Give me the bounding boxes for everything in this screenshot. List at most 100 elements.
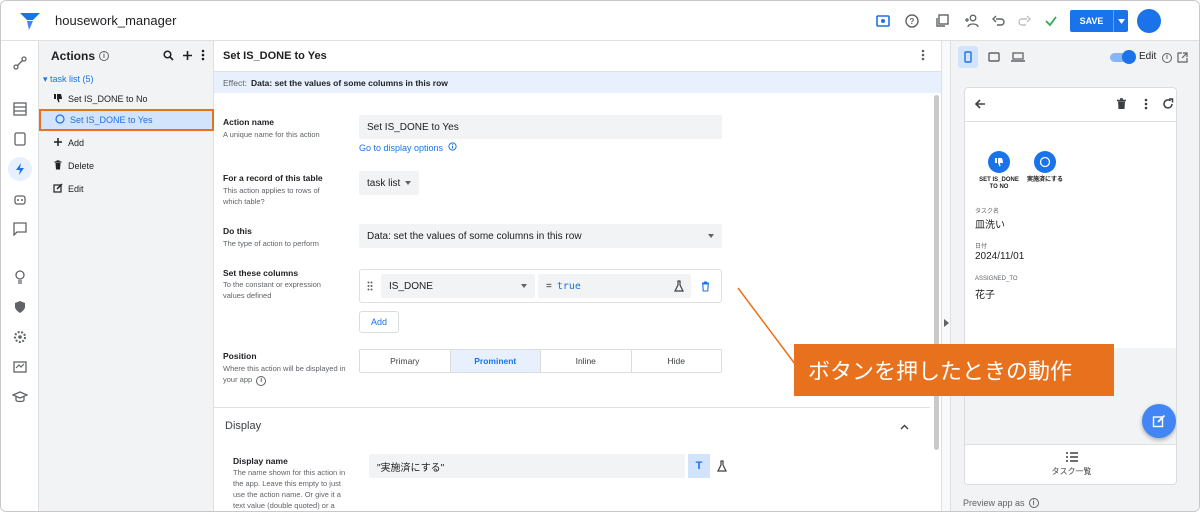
field-value: 2024/11/01	[975, 251, 1025, 262]
phone-preview: SET IS_DONE TO NO 実施済にする タスク名 皿洗い 日付 202…	[964, 87, 1177, 485]
svg-text:?: ?	[910, 17, 915, 26]
chevron-up-icon[interactable]	[900, 424, 909, 430]
lightbulb-icon[interactable]	[8, 265, 32, 289]
views-icon[interactable]	[8, 127, 32, 151]
more-vert-icon[interactable]	[1137, 95, 1155, 113]
panel-splitter[interactable]	[941, 41, 951, 511]
back-arrow-icon[interactable]	[971, 95, 989, 113]
phone-bottom-nav: タスク一覧	[965, 444, 1176, 484]
bot-icon[interactable]	[8, 187, 32, 211]
delete-row-icon[interactable]	[701, 281, 710, 292]
set-columns-help: To the constant or expression values def…	[223, 280, 321, 300]
position-option-inline[interactable]: Inline	[541, 350, 632, 372]
preview-as-row: Preview app as i	[963, 498, 1039, 508]
action-item-add[interactable]: Add	[39, 132, 214, 154]
tree-group-task-list[interactable]: ▾ task list (5)	[43, 74, 94, 85]
undo-icon[interactable]	[989, 11, 1009, 31]
actions-icon[interactable]	[8, 157, 32, 181]
position-option-primary[interactable]: Primary	[360, 350, 451, 372]
drag-handle-icon[interactable]	[367, 281, 373, 291]
edit-fab-button[interactable]	[1142, 404, 1176, 438]
table-select-value: task list	[367, 177, 401, 189]
editor-scrollbar[interactable]	[934, 95, 939, 450]
effect-bar: Effect: Data: set the values of some col…	[214, 71, 941, 93]
more-vert-icon[interactable]	[201, 49, 205, 61]
action-item-label: Set IS_DONE to No	[68, 94, 148, 104]
open-new-window-icon[interactable]	[1177, 52, 1188, 63]
nav-item-label[interactable]: タスク一覧	[965, 466, 1176, 477]
actions-toolbar	[163, 48, 205, 61]
preview-toggle-icon[interactable]	[873, 11, 893, 31]
desktop-device-icon[interactable]	[1008, 46, 1028, 68]
chevron-down-icon	[708, 234, 714, 238]
action-name-input[interactable]: Set IS_DONE to Yes	[359, 115, 722, 139]
action-item-label: Set IS_DONE to Yes	[70, 115, 153, 125]
edit-icon	[53, 182, 63, 196]
position-option-hide[interactable]: Hide	[632, 350, 722, 372]
action-item-delete[interactable]: Delete	[39, 155, 214, 177]
position-option-prominent[interactable]: Prominent	[450, 350, 541, 372]
text-type-icon[interactable]: T	[688, 454, 710, 478]
refresh-icon[interactable]	[1159, 95, 1176, 113]
effect-key: Effect:	[223, 77, 247, 88]
copy-icon[interactable]	[932, 11, 952, 31]
info-icon[interactable]: i	[1162, 52, 1173, 63]
chevron-right-icon[interactable]	[944, 319, 949, 327]
search-icon[interactable]	[163, 50, 174, 61]
annotation-callout: ボタンを押したときの動作	[794, 344, 1114, 396]
position-label: Position	[223, 351, 257, 361]
display-options-link[interactable]: Go to display options	[359, 142, 457, 153]
action-item-set-yes[interactable]: Set IS_DONE to Yes	[39, 109, 214, 131]
expression-value: true	[556, 280, 581, 292]
save-dropdown-caret-icon[interactable]	[1113, 10, 1128, 32]
help-icon[interactable]: ?	[902, 11, 922, 31]
do-this-label: Do this	[223, 226, 252, 236]
add-column-button[interactable]: Add	[359, 311, 399, 333]
info-icon[interactable]: i	[256, 375, 267, 386]
action-name-label: Action name	[223, 117, 275, 127]
display-section-title: Display	[225, 420, 262, 432]
preview-action-done-button[interactable]	[1034, 151, 1056, 173]
table-select[interactable]: task list	[359, 171, 419, 195]
display-options-text: Go to display options	[359, 143, 444, 153]
data-icon[interactable]	[8, 97, 32, 121]
phone-header	[965, 88, 1176, 122]
preview-action-done-caption: 実施済にする	[1026, 177, 1064, 183]
security-shield-icon[interactable]	[8, 295, 32, 319]
app-window: housework_manager ? SAVE Actions i ▾ tas…	[0, 0, 1200, 512]
avatar[interactable]	[1137, 9, 1161, 33]
add-user-icon[interactable]	[962, 11, 982, 31]
thumbs-down-icon	[53, 93, 63, 106]
tree-group-label: task list (5)	[50, 74, 94, 84]
info-icon[interactable]: i	[99, 51, 110, 61]
monitor-icon[interactable]	[8, 355, 32, 379]
do-this-select[interactable]: Data: set the values of some columns in …	[359, 224, 722, 248]
top-bar: housework_manager ? SAVE	[1, 1, 1199, 41]
preview-action-set-no-button[interactable]	[988, 151, 1010, 173]
redo-icon[interactable]	[1014, 11, 1034, 31]
action-item-set-no[interactable]: Set IS_DONE to No	[39, 88, 214, 110]
flask-icon[interactable]	[674, 280, 684, 292]
column-select[interactable]: IS_DONE	[381, 274, 535, 298]
expression-input[interactable]: = true	[538, 274, 691, 298]
editor-more-icon[interactable]	[921, 49, 925, 64]
list-icon[interactable]	[1066, 452, 1078, 462]
chevron-down-icon	[405, 181, 411, 185]
chat-icon[interactable]	[8, 217, 32, 241]
actions-panel-title: Actions i	[51, 49, 110, 63]
save-button[interactable]: SAVE	[1070, 10, 1128, 32]
display-name-input[interactable]: "実施済にする"	[369, 454, 685, 478]
circle-icon	[1039, 156, 1051, 168]
routes-icon[interactable]	[8, 51, 32, 75]
table-help: This action applies to rows of which tab…	[223, 186, 320, 206]
flask-icon[interactable]	[717, 460, 727, 472]
trash-icon[interactable]	[1112, 95, 1130, 113]
action-item-edit[interactable]: Edit	[39, 178, 214, 200]
add-action-icon[interactable]	[182, 50, 193, 61]
settings-gear-icon[interactable]	[8, 325, 32, 349]
phone-device-icon[interactable]	[958, 46, 978, 68]
learn-graduation-icon[interactable]	[8, 385, 32, 409]
info-icon[interactable]: i	[1028, 498, 1039, 508]
edit-toggle[interactable]	[1110, 50, 1136, 64]
tablet-device-icon[interactable]	[984, 46, 1004, 68]
